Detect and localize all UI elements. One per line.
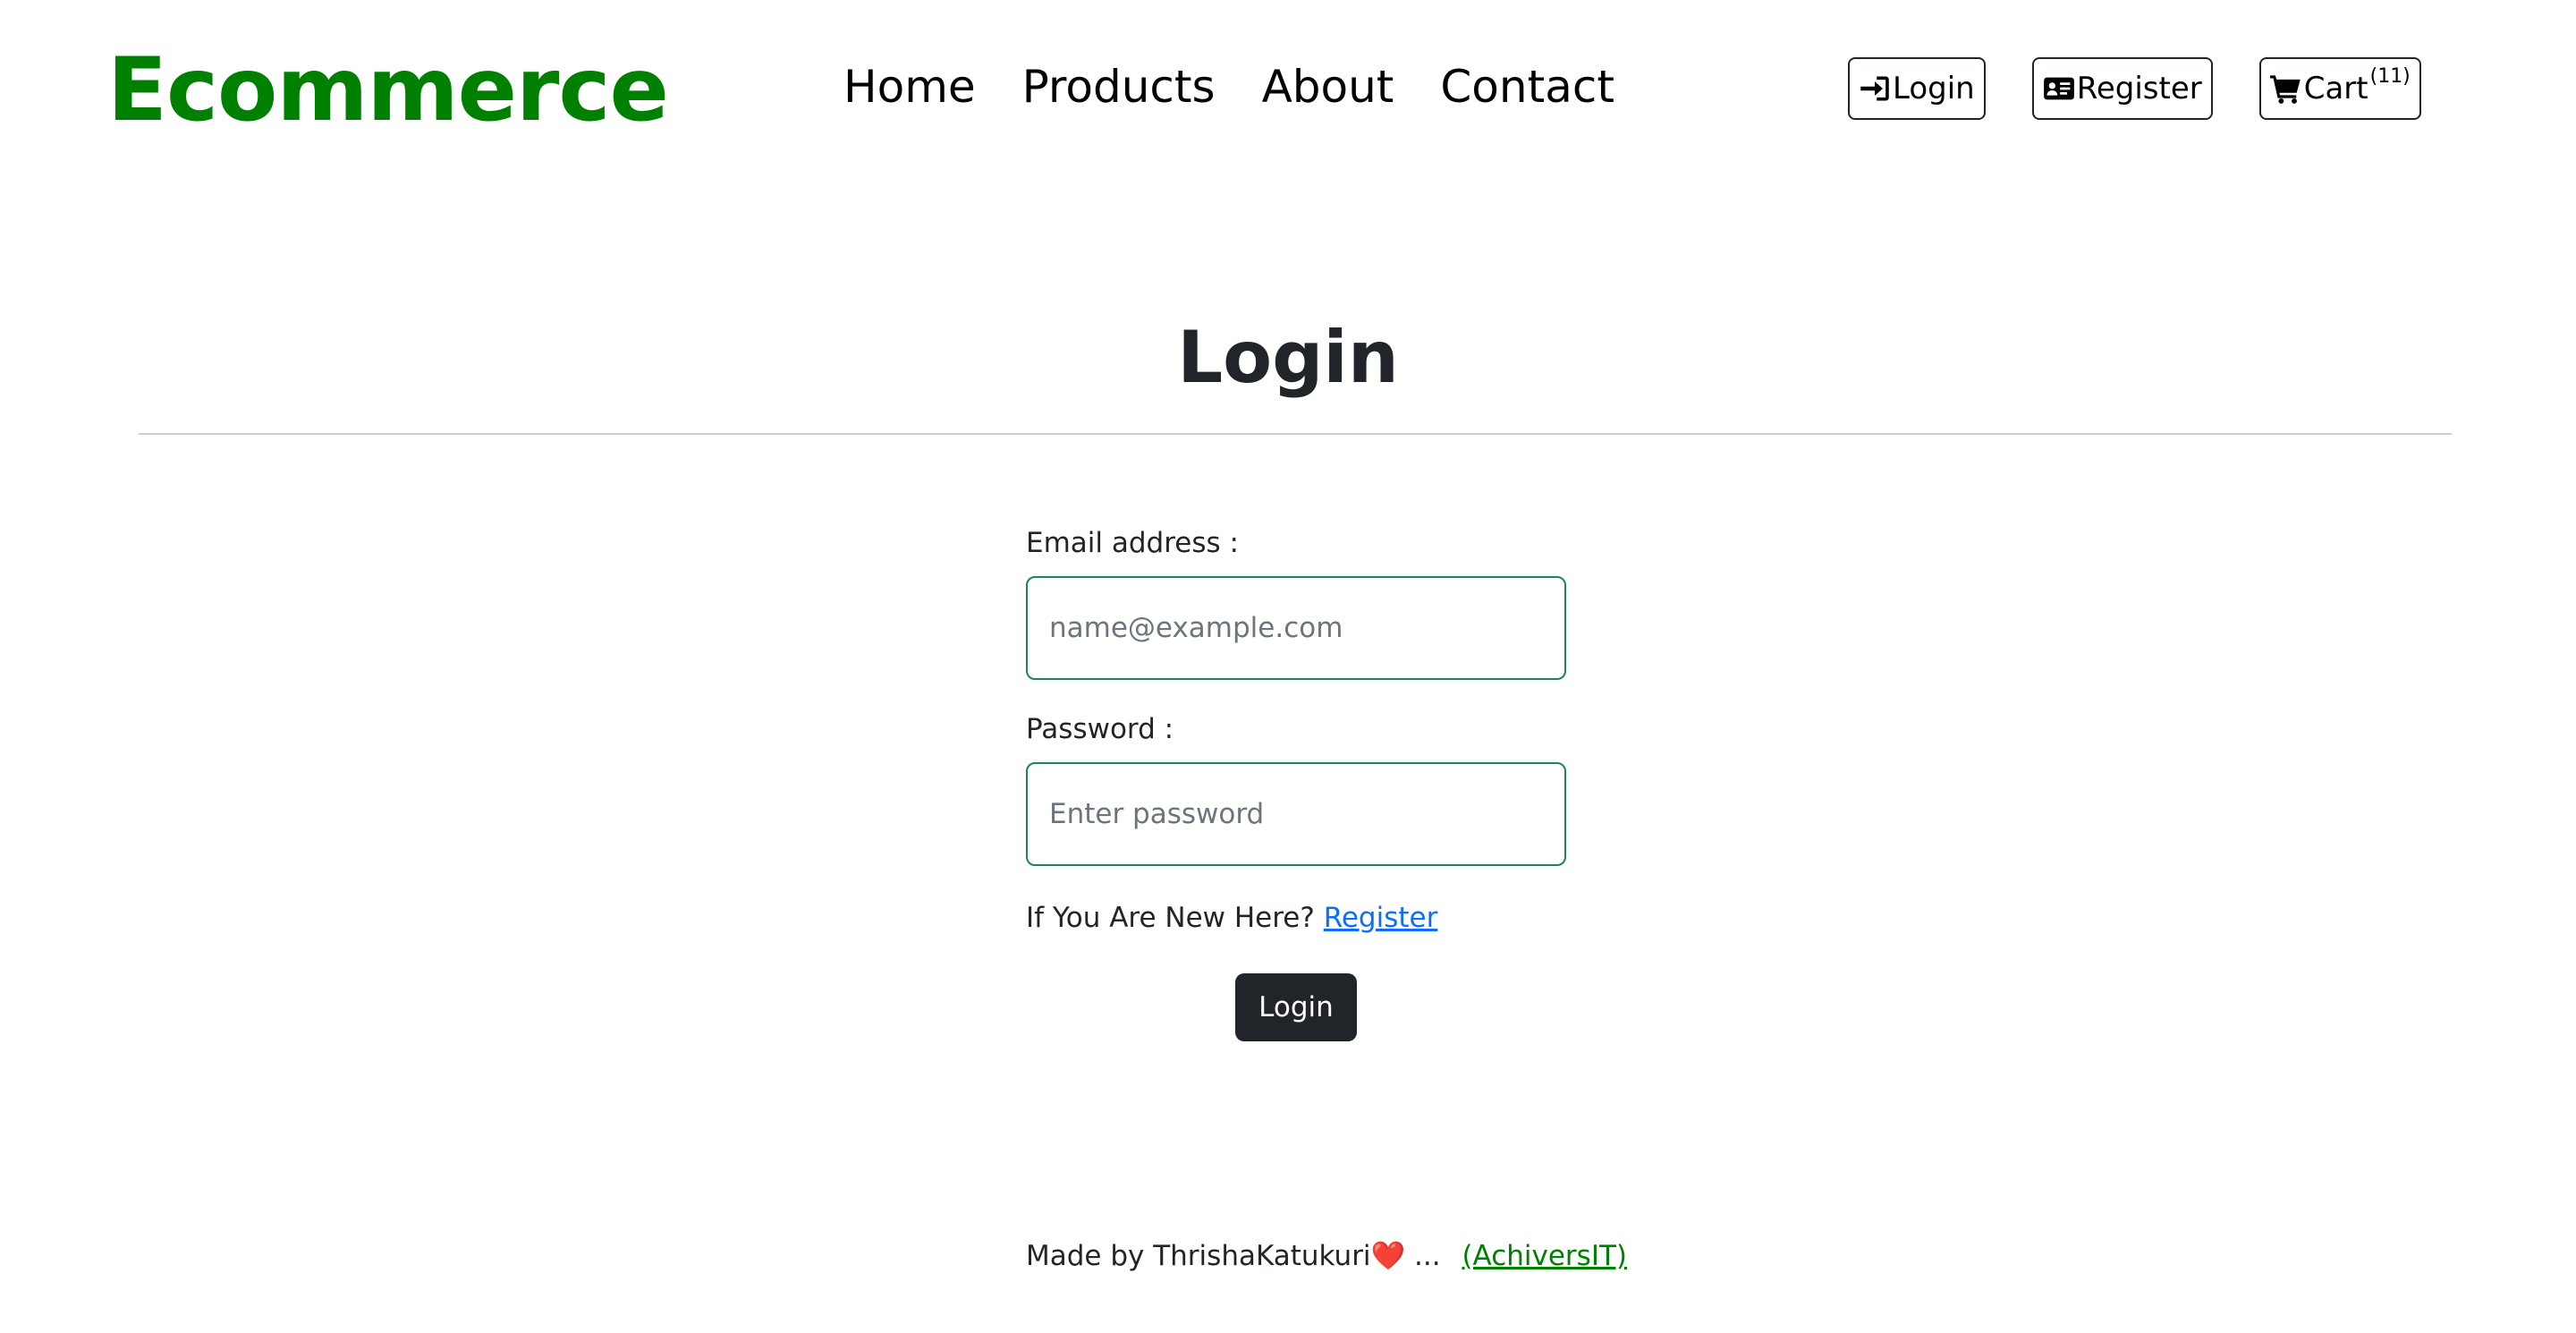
register-nav-label: Register	[2076, 71, 2202, 106]
register-prompt: If You Are New Here? Register	[1026, 902, 1566, 934]
register-link[interactable]: Register	[1324, 902, 1438, 934]
nav-actions: Login Register Cart (11)	[1848, 57, 2421, 120]
brand-logo[interactable]: Ecommerce	[107, 47, 669, 134]
nav-links: Home Products About Contact	[843, 64, 1614, 109]
login-nav-button[interactable]: Login	[1848, 57, 1986, 120]
shopping-cart-icon	[2269, 75, 2301, 104]
page-title: Login	[1177, 316, 1399, 399]
id-card-icon	[2043, 77, 2074, 100]
nav-link-about[interactable]: About	[1262, 64, 1394, 109]
submit-wrap: Login	[1026, 973, 1566, 1042]
login-form: Email address : Password : If You Are Ne…	[1026, 527, 1566, 1042]
cart-nav-label: Cart	[2303, 71, 2368, 106]
password-field[interactable]	[1026, 762, 1566, 867]
cart-nav-button[interactable]: Cart (11)	[2258, 57, 2421, 120]
cart-count-badge: (11)	[2369, 64, 2411, 88]
footer: Made by ThrishaKatukuri❤️ ... (AchiversI…	[1026, 1239, 1627, 1272]
nav-link-home[interactable]: Home	[843, 64, 976, 109]
login-nav-label: Login	[1893, 71, 1975, 106]
login-submit-button[interactable]: Login	[1235, 973, 1357, 1042]
email-group: Email address :	[1026, 527, 1566, 681]
sign-in-icon	[1860, 76, 1889, 101]
footer-achiversit-link[interactable]: (AchiversIT)	[1462, 1240, 1627, 1272]
page: Ecommerce Home Products About Contact Lo…	[0, 0, 2576, 1333]
password-label: Password :	[1026, 713, 1174, 746]
heart-icon: ❤️	[1370, 1240, 1406, 1272]
nav-link-products[interactable]: Products	[1022, 64, 1216, 109]
register-nav-button[interactable]: Register	[2031, 57, 2213, 120]
footer-made-by: Made by ThrishaKatukuri	[1026, 1240, 1371, 1272]
email-field[interactable]	[1026, 576, 1566, 681]
password-group: Password :	[1026, 713, 1566, 867]
nav-link-contact[interactable]: Contact	[1440, 64, 1614, 109]
email-label: Email address :	[1026, 527, 1239, 559]
title-divider	[139, 433, 2452, 435]
footer-ellipsis: ...	[1414, 1240, 1441, 1272]
register-prompt-text: If You Are New Here?	[1026, 902, 1315, 935]
